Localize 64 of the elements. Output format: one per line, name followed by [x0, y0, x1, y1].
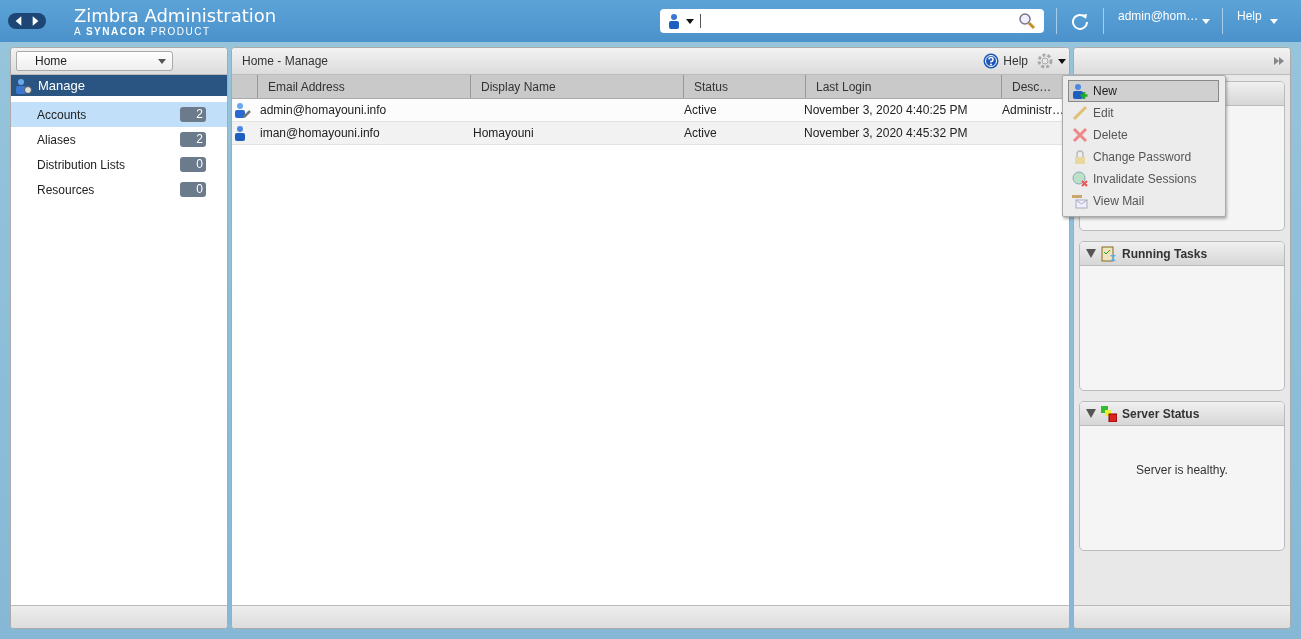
page-title: Home - Manage — [242, 54, 330, 68]
collapse-icon[interactable] — [1274, 57, 1284, 65]
pencil-icon — [1072, 105, 1088, 121]
menu-item[interactable]: Change Password — [1068, 146, 1219, 168]
caret-icon[interactable] — [686, 18, 694, 24]
menu-item[interactable]: New — [1068, 80, 1219, 102]
card-title: Server Status — [1122, 406, 1200, 421]
people-gear-icon — [15, 77, 33, 94]
column-header[interactable]: Display Name — [471, 75, 684, 98]
count-badge: 0 — [180, 182, 206, 197]
lock-icon — [1072, 149, 1088, 165]
history-nav-buttons[interactable] — [8, 13, 46, 29]
item-label: Accounts — [37, 107, 87, 122]
text-cursor — [700, 14, 701, 28]
search-field[interactable] — [660, 9, 1044, 33]
section-title: Manage — [38, 78, 85, 93]
table-cell: admin@homayouni.info — [260, 103, 387, 117]
table-cell: iman@homayouni.info — [260, 126, 380, 140]
table-cell: Active — [684, 103, 717, 117]
column-header[interactable]: Status — [684, 75, 806, 98]
person-wrench-icon — [234, 102, 252, 118]
count-badge: 0 — [180, 157, 206, 172]
menu-item[interactable]: View Mail — [1068, 190, 1219, 212]
globe-cross-icon — [1072, 171, 1088, 187]
count-badge: 2 — [180, 107, 206, 122]
item-label: Aliases — [37, 132, 76, 147]
sidebar-item[interactable]: Resources 0 — [11, 177, 227, 202]
person-icon — [234, 125, 246, 141]
search-icon[interactable] — [1018, 12, 1036, 30]
app-title: Zimbra Administration — [74, 5, 278, 26]
sidebar-item[interactable]: Aliases 2 — [11, 127, 227, 152]
breadcrumb-dropdown[interactable]: Home — [16, 51, 173, 71]
item-label: Distribution Lists — [37, 157, 126, 172]
help-icon[interactable] — [983, 53, 1000, 69]
menu-item[interactable]: Edit — [1068, 102, 1219, 124]
column-header[interactable]: Email Address — [258, 75, 471, 98]
card-title: Running Tasks — [1122, 246, 1208, 261]
item-label: Resources — [37, 182, 95, 197]
menu-item[interactable]: Delete — [1068, 124, 1219, 146]
caret-icon[interactable] — [1058, 58, 1066, 64]
person-icon[interactable] — [668, 13, 680, 29]
table-cell: Homayouni — [473, 126, 534, 140]
collapse-arrow-icon[interactable] — [1086, 409, 1096, 418]
section-header[interactable]: Manage — [11, 75, 227, 96]
table-cell: Administr… — [1002, 103, 1064, 117]
menu-item[interactable]: Invalidate Sessions — [1068, 168, 1219, 190]
collapse-arrow-icon[interactable] — [1086, 249, 1096, 258]
table-cell: November 3, 2020 4:40:25 PM — [804, 103, 968, 117]
caret-icon — [158, 58, 166, 64]
app-subtitle: A SYNACOR PRODUCT — [74, 25, 212, 37]
cross-icon — [1072, 127, 1088, 143]
table-cell: Active — [684, 126, 717, 140]
count-badge: 2 — [180, 132, 206, 147]
sidebar-item[interactable]: Accounts 2 — [11, 102, 227, 127]
clipboard-hourglass-icon — [1101, 245, 1117, 262]
status-message: Server is healthy. — [1136, 463, 1228, 478]
help-button[interactable]: Help — [1003, 54, 1028, 68]
table-cell: November 3, 2020 4:45:32 PM — [804, 126, 968, 140]
refresh-icon[interactable] — [1071, 12, 1089, 30]
person-plus-icon — [1072, 83, 1088, 99]
sidebar-item[interactable]: Distribution Lists 0 — [11, 152, 227, 177]
column-header[interactable]: Last Login — [806, 75, 1002, 98]
envelope-icon — [1072, 193, 1088, 209]
status-squares-icon — [1101, 405, 1117, 422]
